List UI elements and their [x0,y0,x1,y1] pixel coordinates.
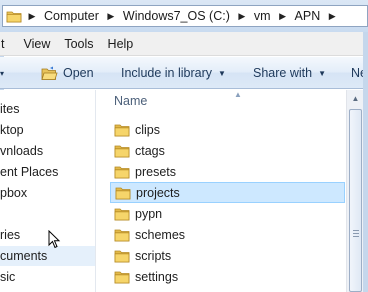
list-item[interactable]: pypn [110,203,345,224]
nav-item-favorites[interactable]: ites [0,99,95,119]
folder-icon [114,208,130,220]
folder-icon [114,145,130,157]
nav-item-label: ent Places [0,165,59,179]
breadcrumb-computer[interactable]: Computer [39,9,104,23]
breadcrumb-separator-icon[interactable]: ▶ [25,11,39,22]
address-bar-area: ▶ Computer ▶ Windows7_OS (C:) ▶ vm ▶ APN… [0,0,368,32]
nav-item-dropbox[interactable]: pbox [0,183,95,203]
folder-icon [115,187,131,199]
nav-item-label: ries [0,228,21,242]
folder-icon [3,6,25,26]
file-name: ctags [135,143,165,158]
file-list[interactable]: Name ▲ clips ctags presets projects pypn… [97,90,346,292]
breadcrumb-separator-icon[interactable]: ▶ [325,11,339,22]
nav-item-downloads[interactable]: vnloads [0,141,95,161]
open-folder-icon [41,66,58,81]
nav-item-label: ktop [0,123,24,137]
breadcrumb-apn[interactable]: APN [290,9,326,23]
file-name: presets [135,164,176,179]
column-header: Name ▲ [97,90,346,112]
file-name: projects [136,185,180,200]
list-item[interactable]: ctags [110,140,345,161]
grip-line [353,233,359,234]
file-name: clips [135,122,161,137]
breadcrumb-separator-icon[interactable]: ▶ [104,11,118,22]
list-item[interactable]: settings [110,266,345,287]
include-in-library-label: Include in library [121,66,213,80]
scroll-up-arrow-icon[interactable]: ▲ [347,90,364,107]
open-button[interactable]: Open [41,57,94,89]
nav-item-label: cuments [0,249,48,263]
folder-icon [114,229,130,241]
menu-bar: t View Tools Help [0,32,368,56]
folder-icon [114,166,130,178]
nav-item-label: ites [0,102,20,116]
file-name: scripts [135,248,172,263]
window-frame-right [363,32,368,292]
share-with-button[interactable]: Share with ▼ [253,57,326,89]
file-name: settings [135,269,179,284]
list-item[interactable]: presets [110,161,345,182]
navigation-pane[interactable]: ites ktop vnloads ent Places pbox ries c… [0,90,96,292]
breadcrumb-separator-icon[interactable]: ▶ [235,11,249,22]
nav-item-desktop[interactable]: ktop [0,120,95,140]
list-item[interactable]: scripts [110,245,345,266]
menu-view[interactable]: View [16,37,57,51]
nav-item-label: sic [0,270,16,284]
share-with-label: Share with [253,66,313,80]
breadcrumb-separator-icon[interactable]: ▶ [276,11,290,22]
file-name: pypn [135,206,163,221]
menu-tools[interactable]: Tools [57,37,100,51]
include-in-library-button[interactable]: Include in library ▼ [121,57,226,89]
address-bar[interactable]: ▶ Computer ▶ Windows7_OS (C:) ▶ vm ▶ APN… [2,5,368,27]
grip-line [353,236,359,237]
column-header-name[interactable]: Name [114,94,147,108]
dropdown-arrow-icon: ▼ [318,68,326,78]
command-bar: ▾ Open Include in library ▼ Share with ▼… [0,57,368,89]
list-item[interactable]: clips [110,119,345,140]
organize-arrow-icon[interactable]: ▾ [0,57,4,89]
open-button-label: Open [63,66,94,80]
file-name: schemes [135,227,186,242]
folder-icon [114,124,130,136]
dropdown-arrow-icon: ▼ [218,68,226,78]
nav-item-recent-places[interactable]: ent Places [0,162,95,182]
breadcrumb-drive[interactable]: Windows7_OS (C:) [118,9,235,23]
menu-help[interactable]: Help [101,37,141,51]
folder-icon [114,271,130,283]
sort-ascending-icon: ▲ [234,90,242,99]
list-item-selected[interactable]: projects [110,182,345,203]
list-item[interactable]: schemes [110,224,345,245]
nav-item-label: vnloads [0,144,44,158]
grip-line [353,230,359,231]
vertical-scrollbar[interactable]: ▲ [346,90,363,292]
breadcrumb-vm[interactable]: vm [249,9,276,23]
nav-item-music[interactable]: sic [0,267,95,287]
menu-edit[interactable]: t [0,37,16,51]
folder-icon [114,250,130,262]
mouse-cursor-icon [48,229,61,252]
nav-item-label: pbox [0,186,28,200]
scroll-thumb[interactable] [349,109,362,292]
